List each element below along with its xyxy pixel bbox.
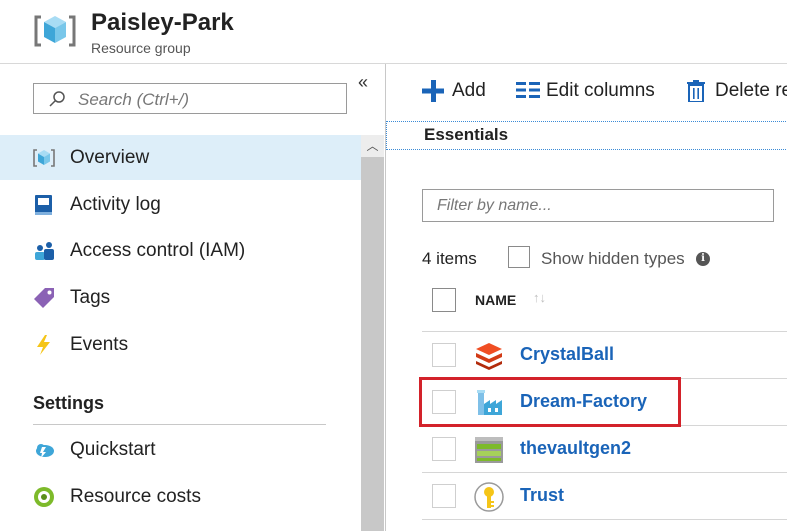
page-header: Paisley-Park Resource group bbox=[0, 0, 787, 64]
show-hidden-types-label: Show hidden types bbox=[541, 249, 685, 268]
collapse-sidebar-button[interactable]: « bbox=[358, 72, 368, 93]
page-title: Paisley-Park bbox=[91, 9, 234, 36]
select-all-checkbox[interactable] bbox=[432, 288, 456, 312]
sort-icon[interactable]: ↑↓ bbox=[533, 290, 546, 305]
layers-icon bbox=[476, 343, 502, 370]
resource-group-cube-icon bbox=[34, 15, 76, 47]
filter-placeholder: Filter by name... bbox=[437, 197, 552, 214]
resource-name-link[interactable]: Trust bbox=[520, 485, 564, 506]
sidebar-item-label: Resource costs bbox=[70, 486, 201, 507]
search-input[interactable]: Search (Ctrl+/) bbox=[33, 83, 347, 114]
scroll-up-arrow-icon[interactable]: ︿ bbox=[361, 135, 384, 157]
sidebar-item-access-control[interactable]: Access control (IAM) bbox=[0, 228, 361, 273]
page-subtitle: Resource group bbox=[91, 40, 191, 56]
sidebar-item-events[interactable]: Events bbox=[0, 322, 361, 367]
edit-columns-label: Edit columns bbox=[546, 80, 655, 101]
row-divider bbox=[422, 519, 787, 520]
settings-divider bbox=[33, 424, 326, 425]
sidebar-item-overview[interactable]: Overview bbox=[0, 135, 361, 180]
cost-icon bbox=[34, 487, 54, 507]
key-vault-icon bbox=[474, 482, 504, 512]
sidebar-item-quickstart[interactable]: Quickstart bbox=[0, 427, 361, 472]
item-count: 4 items bbox=[422, 249, 477, 268]
essentials-label: Essentials bbox=[424, 125, 509, 144]
tag-icon bbox=[34, 288, 54, 308]
row-checkbox[interactable] bbox=[432, 437, 456, 461]
delete-button-label: Delete re bbox=[715, 80, 787, 101]
column-header-name[interactable]: NAME bbox=[475, 292, 516, 308]
sidebar-item-tags[interactable]: Tags bbox=[0, 275, 361, 320]
table-row[interactable]: Trust bbox=[422, 473, 787, 519]
sidebar-item-label: Tags bbox=[70, 287, 111, 308]
trash-icon bbox=[687, 80, 705, 102]
sidebar-item-resource-costs[interactable]: Resource costs bbox=[0, 474, 361, 519]
book-icon bbox=[35, 195, 52, 215]
table-row[interactable]: CrystalBall bbox=[422, 332, 787, 378]
sidebar-item-label: Access control (IAM) bbox=[70, 240, 246, 261]
resource-name-link[interactable]: thevaultgen2 bbox=[520, 438, 631, 459]
sidebar-scrollbar[interactable]: ︿ bbox=[361, 135, 384, 531]
show-hidden-types-checkbox[interactable] bbox=[508, 246, 530, 268]
lightning-icon bbox=[37, 335, 50, 355]
row-checkbox[interactable] bbox=[432, 484, 456, 508]
resource-name-link[interactable]: CrystalBall bbox=[520, 344, 614, 365]
filter-by-name-input[interactable]: Filter by name... bbox=[422, 189, 774, 222]
columns-icon bbox=[516, 82, 540, 98]
sidebar-item-activity-log[interactable]: Activity log bbox=[0, 182, 361, 227]
sidebar-item-label: Overview bbox=[70, 147, 150, 168]
add-button-label: Add bbox=[452, 80, 486, 101]
search-icon bbox=[49, 91, 65, 107]
row-checkbox[interactable] bbox=[432, 343, 456, 367]
sidebar-item-label: Quickstart bbox=[70, 439, 156, 460]
sidebar-item-label: Activity log bbox=[70, 194, 161, 215]
main-content: Add Edit columns Delete re Essentials Fi… bbox=[386, 64, 787, 531]
people-icon bbox=[35, 242, 54, 260]
essentials-toggle[interactable]: Essentials bbox=[386, 121, 787, 150]
sidebar-item-label: Events bbox=[70, 334, 129, 355]
search-placeholder: Search (Ctrl+/) bbox=[78, 90, 189, 109]
cloud-icon bbox=[36, 444, 54, 458]
info-icon[interactable]: i bbox=[696, 252, 710, 266]
settings-section-title: Settings bbox=[33, 393, 105, 413]
table-row[interactable]: thevaultgen2 bbox=[422, 426, 787, 472]
highlight-box bbox=[419, 377, 681, 427]
plus-icon bbox=[422, 80, 444, 102]
cube-icon bbox=[33, 149, 55, 167]
storage-icon bbox=[475, 437, 503, 463]
